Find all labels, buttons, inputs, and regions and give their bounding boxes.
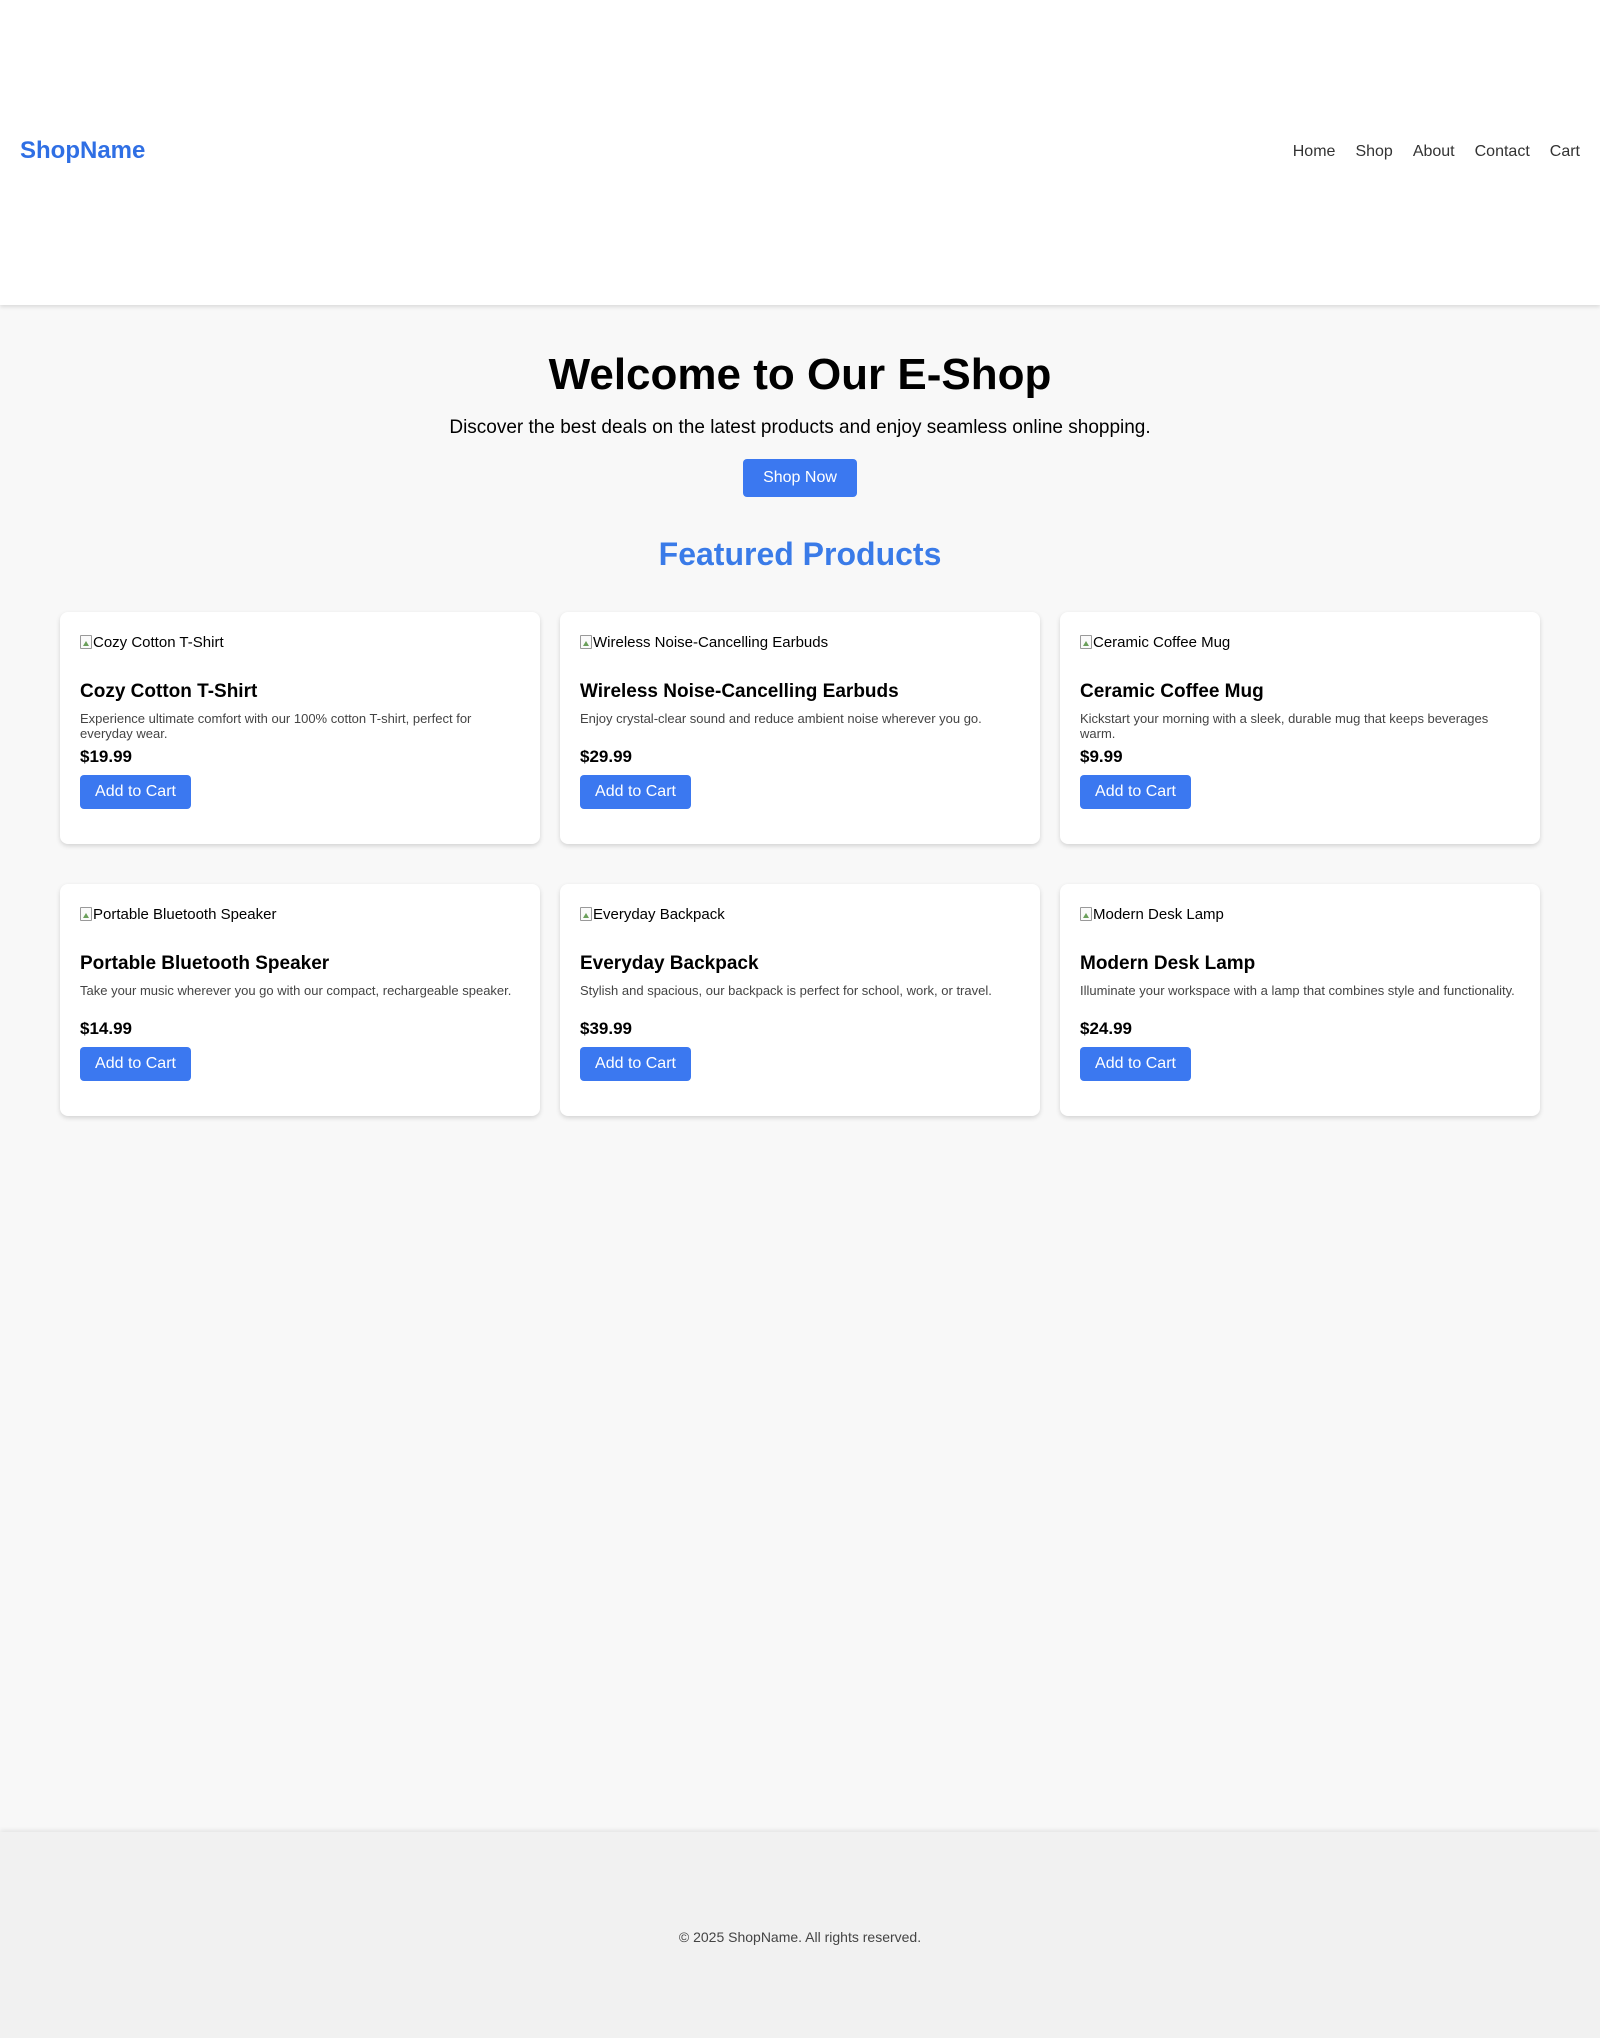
product-image-alt-text: Everyday Backpack: [593, 905, 725, 923]
product-price: $29.99: [580, 747, 632, 766]
product-image: Cozy Cotton T-Shirt: [80, 632, 520, 652]
nav-link-shop[interactable]: Shop: [1355, 143, 1392, 161]
add-to-cart-button[interactable]: Add to Cart: [580, 1047, 691, 1081]
product-card-wireless-earbuds: Wireless Noise-Cancelling Earbuds Wirele…: [560, 612, 1040, 844]
hero-subtitle: Discover the best deals on the latest pr…: [449, 417, 1151, 438]
nav-link-home[interactable]: Home: [1293, 143, 1336, 161]
product-card-ceramic-coffee-mug: Ceramic Coffee Mug Ceramic Coffee Mug Ki…: [1060, 612, 1540, 844]
nav-link-contact[interactable]: Contact: [1475, 143, 1530, 161]
product-image: Everyday Backpack: [580, 904, 1020, 924]
add-to-cart-button[interactable]: Add to Cart: [1080, 1047, 1191, 1081]
featured-products-heading: Featured Products: [658, 536, 942, 572]
product-price: $39.99: [580, 1019, 632, 1038]
main-nav: Home Shop About Contact Cart: [1293, 143, 1580, 161]
product-image-alt-text: Portable Bluetooth Speaker: [93, 905, 277, 923]
add-to-cart-button[interactable]: Add to Cart: [80, 1047, 191, 1081]
broken-image-icon: [580, 635, 592, 649]
product-description: Take your music wherever you go with our…: [80, 983, 512, 998]
product-card-cozy-cotton-t-shirt: Cozy Cotton T-Shirt Cozy Cotton T-Shirt …: [60, 612, 540, 844]
broken-image-icon: [1080, 907, 1092, 921]
broken-image-icon: [580, 907, 592, 921]
nav-link-about[interactable]: About: [1413, 143, 1455, 161]
product-image-alt-text: Ceramic Coffee Mug: [1093, 633, 1231, 651]
product-price: $19.99: [80, 747, 132, 766]
add-to-cart-button[interactable]: Add to Cart: [1080, 775, 1191, 809]
broken-image-icon: [80, 635, 92, 649]
product-card-modern-desk-lamp: Modern Desk Lamp Modern Desk Lamp Illumi…: [1060, 884, 1540, 1116]
product-description: Illuminate your workspace with a lamp th…: [1080, 983, 1515, 998]
product-image: Wireless Noise-Cancelling Earbuds: [580, 632, 1020, 652]
broken-image-icon: [80, 907, 92, 921]
logo-link[interactable]: ShopName: [20, 137, 145, 165]
product-image-alt-text: Wireless Noise-Cancelling Earbuds: [593, 633, 829, 651]
product-description: Enjoy crystal-clear sound and reduce amb…: [580, 711, 982, 726]
nav-link-cart[interactable]: Cart: [1550, 143, 1580, 161]
product-name: Cozy Cotton T-Shirt: [80, 681, 258, 702]
product-image: Modern Desk Lamp: [1080, 904, 1520, 924]
product-image-alt-text: Cozy Cotton T-Shirt: [93, 633, 224, 651]
product-name: Everyday Backpack: [580, 953, 759, 974]
product-image: Ceramic Coffee Mug: [1080, 632, 1520, 652]
product-card-everyday-backpack: Everyday Backpack Everyday Backpack Styl…: [560, 884, 1040, 1116]
product-card-bluetooth-speaker: Portable Bluetooth Speaker Portable Blue…: [60, 884, 540, 1116]
product-name: Ceramic Coffee Mug: [1080, 681, 1264, 702]
add-to-cart-button[interactable]: Add to Cart: [80, 775, 191, 809]
shop-now-button[interactable]: Shop Now: [743, 459, 857, 497]
product-image: Portable Bluetooth Speaker: [80, 904, 520, 924]
product-price: $24.99: [1080, 1019, 1132, 1038]
add-to-cart-button[interactable]: Add to Cart: [580, 775, 691, 809]
product-description: Stylish and spacious, our backpack is pe…: [580, 983, 992, 998]
product-name: Portable Bluetooth Speaker: [80, 953, 330, 974]
product-image-alt-text: Modern Desk Lamp: [1093, 905, 1224, 923]
site-header: ShopName Home Shop About Contact Cart: [0, 0, 1600, 305]
product-price: $14.99: [80, 1019, 132, 1038]
product-price: $9.99: [1080, 747, 1123, 766]
main-content: Welcome to Our E-Shop Discover the best …: [0, 305, 1600, 1832]
product-name: Modern Desk Lamp: [1080, 953, 1256, 974]
site-footer: © 2025 ShopName. All rights reserved.: [0, 1832, 1600, 2038]
product-name: Wireless Noise-Cancelling Earbuds: [580, 681, 899, 702]
broken-image-icon: [1080, 635, 1092, 649]
hero-title: Welcome to Our E-Shop: [548, 350, 1052, 399]
copyright-text: © 2025 ShopName. All rights reserved.: [678, 1929, 922, 1945]
product-description: Experience ultimate comfort with our 100…: [80, 711, 472, 741]
product-description: Kickstart your morning with a sleek, dur…: [1080, 711, 1489, 741]
